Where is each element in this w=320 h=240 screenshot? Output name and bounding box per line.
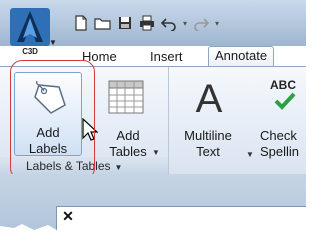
redo-dropdown-icon[interactable]: ▾ <box>212 12 222 34</box>
table-grid-icon <box>108 80 144 114</box>
check-spelling-icon-text: ABC <box>270 78 296 92</box>
multiline-text-button[interactable]: A Multiline Text <box>172 72 244 159</box>
check-spelling-line2: Spellin <box>260 144 300 159</box>
add-tables-dropdown-icon[interactable]: ▼ <box>152 148 160 157</box>
print-icon[interactable] <box>136 12 158 34</box>
highlight-outline <box>10 60 95 180</box>
redo-icon[interactable] <box>190 12 212 34</box>
add-tables-line1: Add <box>116 128 140 143</box>
app-menu-caret-icon: ▼ <box>49 38 57 47</box>
open-folder-icon[interactable] <box>92 12 114 34</box>
application-menu-button[interactable]: C3D ▼ <box>10 8 58 64</box>
quick-access-toolbar: ▾ ▾ <box>70 12 222 34</box>
torn-edge-decoration <box>0 224 306 240</box>
save-icon[interactable] <box>114 12 136 34</box>
panel-expand-caret-icon[interactable]: ▼ <box>115 163 123 172</box>
tab-insert[interactable]: Insert <box>144 48 189 66</box>
app-button-label: C3D <box>22 47 38 56</box>
add-tables-line2: Tables <box>109 144 147 159</box>
text-a-icon: A <box>196 78 223 116</box>
multiline-text-line2: Text <box>196 144 220 159</box>
multiline-text-dropdown-icon[interactable]: ▼ <box>246 150 254 159</box>
check-spelling-button[interactable]: ABC Check Spellin <box>256 72 306 159</box>
new-file-icon[interactable] <box>70 12 92 34</box>
application-window: C3D ▼ ▾ ▾ Home Insert Annotate Labels & … <box>0 0 306 240</box>
svg-text:A: A <box>196 78 223 116</box>
civil3d-logo-icon <box>10 8 50 46</box>
undo-icon[interactable] <box>158 12 180 34</box>
undo-dropdown-icon[interactable]: ▾ <box>180 12 190 34</box>
checkmark-icon <box>274 92 296 110</box>
tab-annotate[interactable]: Annotate <box>208 46 275 67</box>
ribbon-tab-bar: Home Insert Annotate <box>60 44 306 67</box>
multiline-text-line1: Multiline <box>184 128 232 143</box>
check-spelling-line1: Check <box>260 128 297 143</box>
add-tables-button[interactable]: Add Tables <box>100 72 156 159</box>
